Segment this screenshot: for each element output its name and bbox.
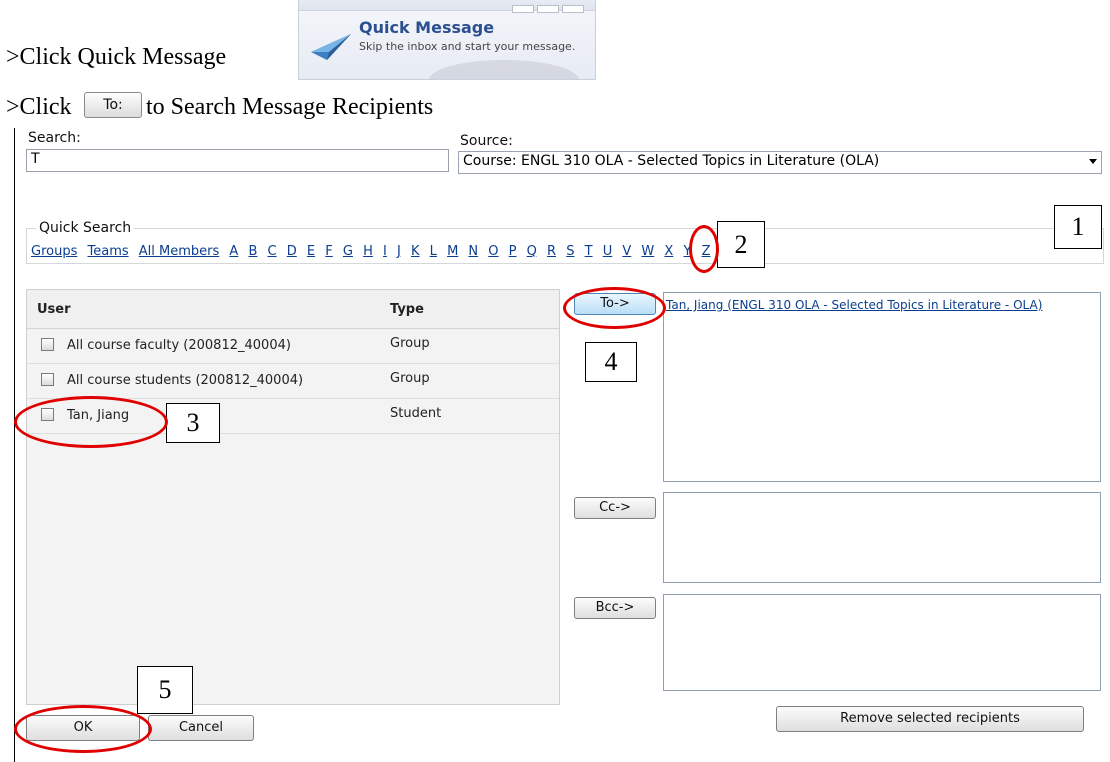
instruction-step-1: >Click Quick Message: [6, 44, 227, 70]
quick-search-link-o[interactable]: O: [488, 244, 498, 259]
annotation-4: 4: [585, 342, 637, 382]
row-checkbox[interactable]: [41, 338, 54, 351]
source-select[interactable]: Course: ENGL 310 OLA - Selected Topics i…: [458, 151, 1102, 174]
paper-plane-icon: [311, 34, 351, 60]
quick-search-link-m[interactable]: M: [447, 244, 458, 259]
search-label: Search:: [28, 130, 81, 146]
cc-button[interactable]: Cc->: [574, 497, 656, 519]
quick-search-link-i[interactable]: I: [383, 244, 387, 259]
remove-selected-recipients-button[interactable]: Remove selected recipients: [776, 706, 1084, 732]
to-recipients-list[interactable]: Tan, Jiang (ENGL 310 OLA - Selected Topi…: [663, 292, 1101, 482]
annotation-ring-t-link: [689, 225, 719, 273]
quick-search-legend: Quick Search: [36, 220, 135, 236]
cc-recipients-list[interactable]: [663, 492, 1101, 583]
row-user: All course faculty (200812_40004): [67, 338, 291, 353]
quick-search-link-x[interactable]: X: [664, 244, 673, 259]
source-label: Source:: [460, 133, 513, 149]
instruction-step-2-suffix: to Search Message Recipients: [146, 94, 434, 120]
quick-search-link-w[interactable]: W: [641, 244, 654, 259]
row-type: Group: [390, 371, 430, 386]
quick-search-link-t[interactable]: T: [585, 244, 593, 259]
quick-search-link-l[interactable]: L: [430, 244, 437, 259]
quick-search-link-teams[interactable]: Teams: [88, 244, 129, 259]
annotation-ring-tan-jiang: [14, 396, 168, 448]
quick-search-link-g[interactable]: G: [343, 244, 353, 259]
quick-message-tile[interactable]: Quick Message Skip the inbox and start y…: [298, 0, 596, 80]
dialog-left-border: [14, 128, 15, 762]
quick-search-link-h[interactable]: H: [363, 244, 373, 259]
user-list-panel: User Type All course faculty (200812_400…: [26, 289, 560, 705]
quick-search-link-e[interactable]: E: [307, 244, 315, 259]
quick-search-link-all-members[interactable]: All Members: [139, 244, 220, 259]
search-input[interactable]: T: [26, 149, 449, 172]
source-select-value: Course: ENGL 310 OLA - Selected Topics i…: [463, 153, 880, 169]
annotation-3: 3: [166, 403, 220, 443]
quick-search-link-q[interactable]: Q: [527, 244, 537, 259]
table-row[interactable]: All course faculty (200812_40004) Group: [27, 329, 559, 364]
quick-search-link-n[interactable]: N: [468, 244, 478, 259]
quick-search-link-c[interactable]: C: [268, 244, 277, 259]
quick-message-description: Skip the inbox and start your message.: [359, 40, 576, 53]
quick-search-link-u[interactable]: U: [603, 244, 613, 259]
user-table-header: User Type: [27, 290, 559, 329]
annotation-ring-ok-button: [14, 705, 152, 753]
row-user: All course students (200812_40004): [67, 373, 304, 388]
quick-search-link-v[interactable]: V: [622, 244, 631, 259]
to-recipient-item[interactable]: Tan, Jiang (ENGL 310 OLA - Selected Topi…: [666, 298, 1042, 312]
chevron-down-icon: [1089, 159, 1097, 164]
column-header-type: Type: [390, 302, 424, 317]
quick-message-title: Quick Message: [359, 18, 495, 37]
quick-search-link-d[interactable]: D: [287, 244, 297, 259]
column-header-user: User: [37, 302, 71, 317]
instruction-step-2-prefix: >Click: [6, 94, 72, 120]
quick-search-link-a[interactable]: A: [229, 244, 238, 259]
cancel-button[interactable]: Cancel: [148, 715, 254, 741]
table-row[interactable]: All course students (200812_40004) Group: [27, 364, 559, 399]
bcc-recipients-list[interactable]: [663, 594, 1101, 691]
quick-search-link-r[interactable]: R: [547, 244, 556, 259]
annotation-ring-to-button: [563, 287, 666, 329]
quick-search-link-groups[interactable]: Groups: [31, 244, 77, 259]
to-button-illustration: To:: [84, 92, 142, 118]
quick-search-link-s[interactable]: S: [566, 244, 574, 259]
quick-search-link-b[interactable]: B: [248, 244, 257, 259]
row-checkbox[interactable]: [41, 373, 54, 386]
quick-search-link-j[interactable]: J: [397, 244, 401, 259]
instruction-step-2: >Click: [6, 94, 72, 121]
bcc-button[interactable]: Bcc->: [574, 597, 656, 619]
annotation-1: 1: [1054, 205, 1102, 249]
quick-search-links: Groups Teams All Members A B C D E F G H…: [31, 244, 716, 259]
quick-search-link-k[interactable]: K: [411, 244, 420, 259]
annotation-5: 5: [137, 666, 193, 714]
annotation-2: 2: [717, 221, 765, 268]
row-type: Group: [390, 336, 430, 351]
row-type: Student: [390, 406, 442, 421]
quick-search-link-f[interactable]: F: [325, 244, 332, 259]
quick-search-link-p[interactable]: P: [509, 244, 517, 259]
